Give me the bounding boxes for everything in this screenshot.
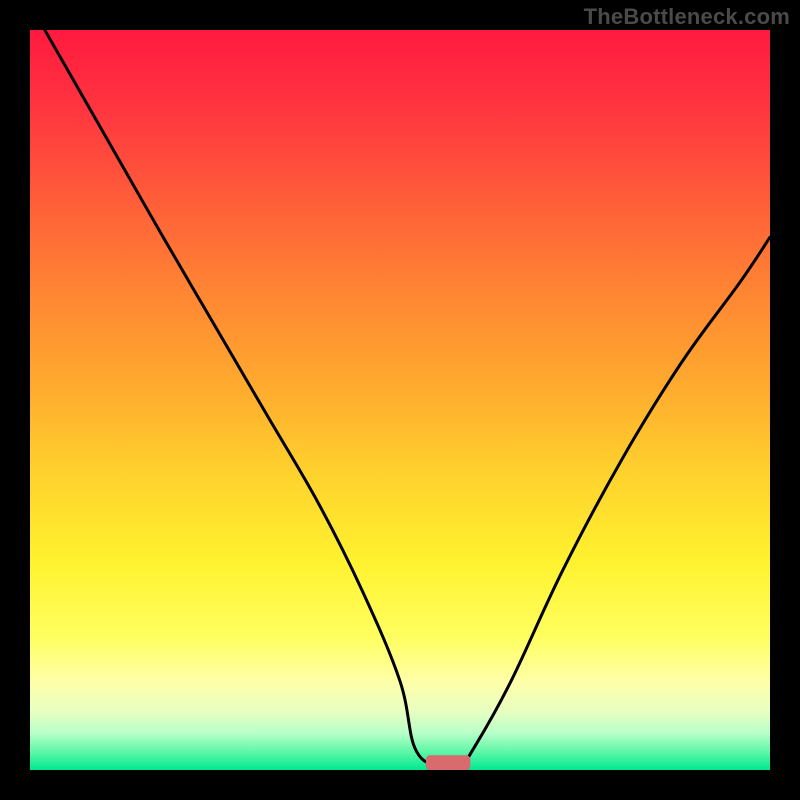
bottleneck-chart bbox=[0, 0, 800, 800]
watermark-text: TheBottleneck.com bbox=[584, 4, 790, 30]
chart-frame: TheBottleneck.com bbox=[0, 0, 800, 800]
optimal-marker bbox=[426, 755, 470, 770]
